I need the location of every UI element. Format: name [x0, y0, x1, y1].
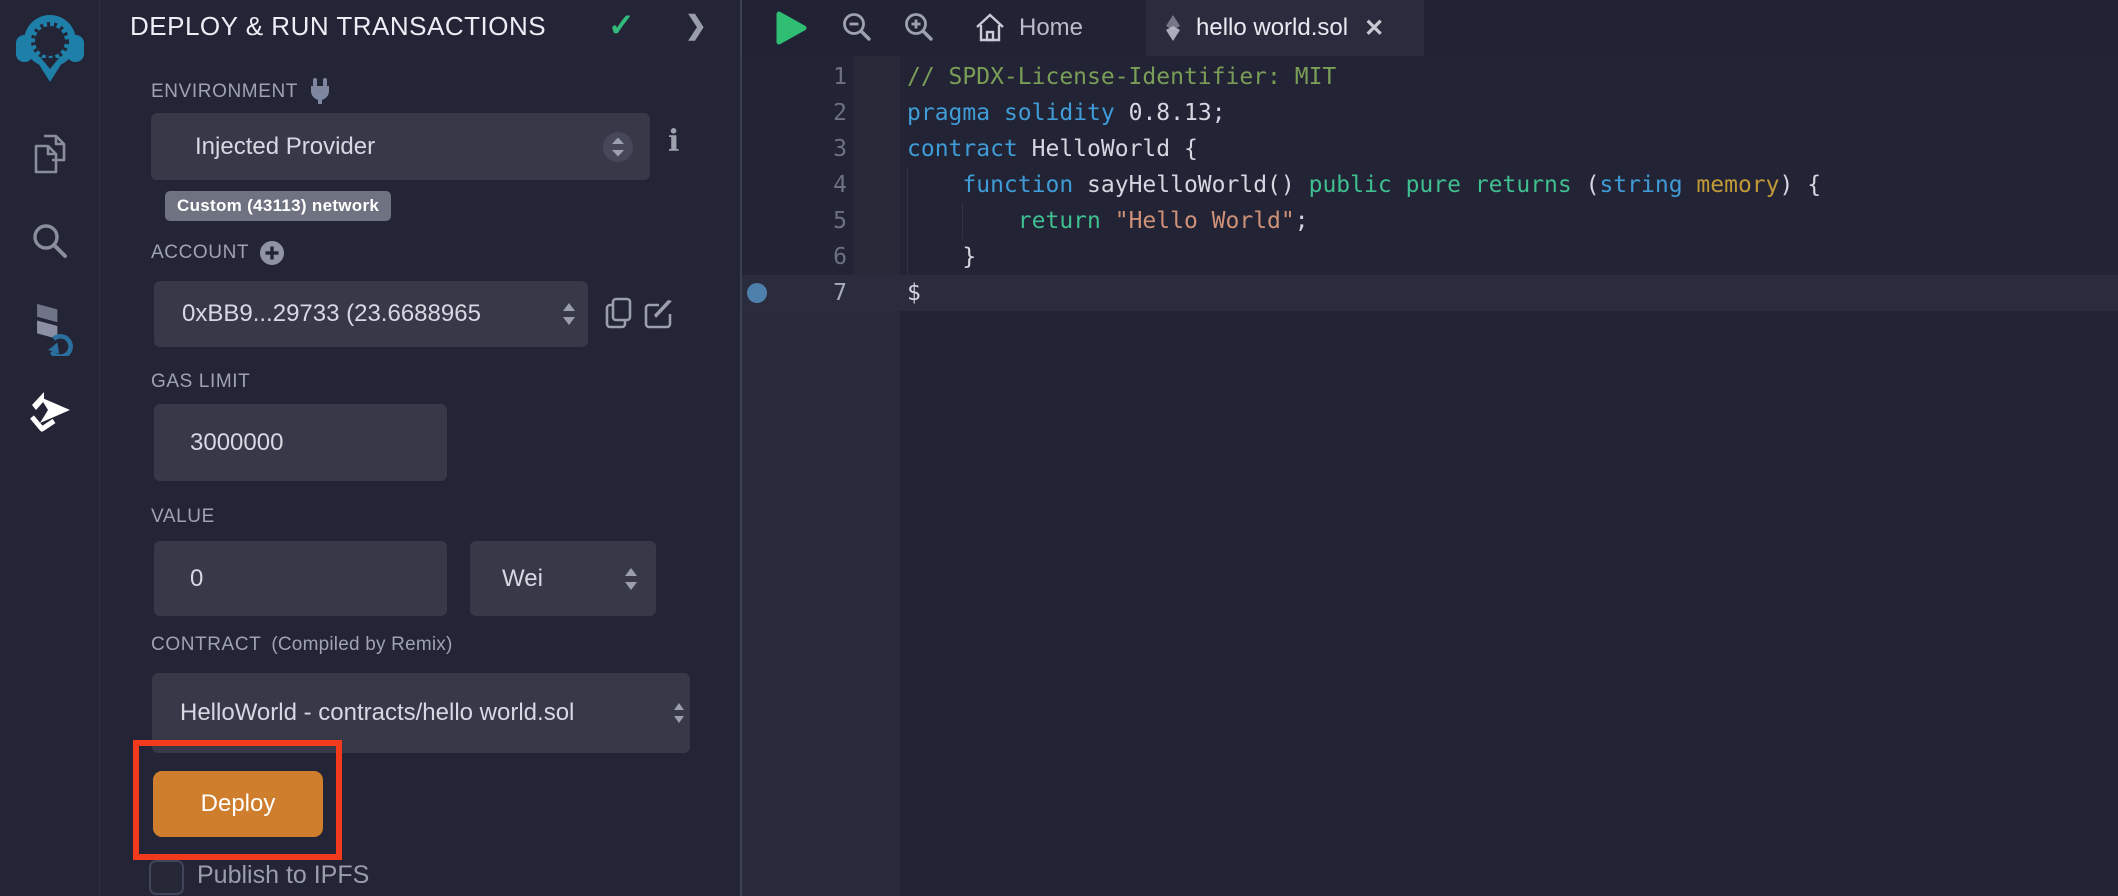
- select-stepper-icon: [602, 131, 634, 163]
- account-label-text: ACCOUNT: [151, 242, 249, 264]
- chevron-right-icon[interactable]: ❯: [685, 0, 707, 50]
- account-select[interactable]: 0xBB9...29733 (23.6688965: [154, 281, 588, 347]
- publish-ipfs-label: Publish to IPFS: [197, 861, 369, 890]
- network-badge: Custom (43113) network: [165, 191, 391, 221]
- zoom-in-icon[interactable]: [902, 11, 936, 45]
- environment-label: ENVIRONMENT: [151, 78, 332, 106]
- editor-tabbar: Home hello world.sol ✕: [742, 0, 2118, 56]
- code-line-4[interactable]: 4 function sayHelloWorld() public pure r…: [742, 167, 2118, 203]
- account-stepper-icon: [560, 299, 578, 329]
- account-value: 0xBB9...29733 (23.6688965: [182, 300, 552, 328]
- code-text: function sayHelloWorld() public pure ret…: [907, 167, 1821, 203]
- search-icon[interactable]: [26, 214, 74, 270]
- line-number: 1: [742, 59, 847, 95]
- run-script-icon[interactable]: [774, 11, 808, 45]
- remix-logo[interactable]: [14, 6, 86, 78]
- unit-stepper-icon: [622, 564, 640, 594]
- code-line-5[interactable]: 5 return "Hello World";: [742, 203, 2118, 239]
- line-number: 7: [742, 275, 847, 311]
- code-line-1[interactable]: 1 // SPDX-License-Identifier: MIT: [742, 59, 2118, 95]
- solidity-compiler-icon[interactable]: [26, 298, 74, 354]
- code-line-7[interactable]: 7$: [742, 275, 2118, 311]
- line-number: 6: [742, 239, 847, 275]
- remix-app: DEPLOY & RUN TRANSACTIONS ✓ ❯ ENVIRONMEN…: [0, 0, 2118, 896]
- gas-limit-input[interactable]: 3000000: [154, 404, 447, 481]
- environment-label-text: ENVIRONMENT: [151, 81, 298, 103]
- account-label: ACCOUNT: [151, 240, 285, 266]
- gas-limit-label-text: GAS LIMIT: [151, 371, 250, 393]
- close-tab-icon[interactable]: ✕: [1364, 14, 1384, 43]
- file-explorer-icon[interactable]: [26, 126, 74, 182]
- contract-value: HelloWorld - contracts/hello world.sol: [180, 699, 666, 727]
- panel-header: DEPLOY & RUN TRANSACTIONS ✓ ❯: [100, 0, 740, 56]
- code-lines[interactable]: 1 // SPDX-License-Identifier: MIT 2 pragma …: [742, 59, 2118, 311]
- line-number: 5: [742, 203, 847, 239]
- plus-circle-icon[interactable]: [259, 240, 285, 266]
- environment-value: Injected Provider: [195, 133, 375, 161]
- code-editor[interactable]: 1 // SPDX-License-Identifier: MIT 2 pragma …: [742, 56, 2118, 896]
- code-text: // SPDX-License-Identifier: MIT: [907, 59, 1336, 95]
- contract-label-text: CONTRACT: [151, 634, 261, 656]
- deploy-button[interactable]: Deploy: [153, 771, 323, 837]
- zoom-out-icon[interactable]: [840, 11, 874, 45]
- home-icon: [974, 12, 1006, 44]
- check-icon: ✓: [608, 0, 635, 50]
- gas-limit-value: 3000000: [190, 429, 283, 457]
- code-line-6[interactable]: 6 }: [742, 239, 2118, 275]
- gas-limit-label: GAS LIMIT: [151, 371, 250, 393]
- code-line-3[interactable]: 3 contract HelloWorld {: [742, 131, 2118, 167]
- code-text: return "Hello World";: [907, 203, 1309, 239]
- line-number: 4: [742, 167, 847, 203]
- tab-file-label: hello world.sol: [1196, 14, 1348, 42]
- copy-account-icon[interactable]: [602, 296, 636, 330]
- activity-bar: [0, 0, 100, 896]
- tab-hello-world-sol[interactable]: hello world.sol ✕: [1146, 0, 1424, 56]
- value-label-text: VALUE: [151, 506, 215, 528]
- plug-icon: [308, 78, 332, 106]
- deploy-run-icon[interactable]: [26, 384, 74, 440]
- editor-pane: Home hello world.sol ✕ 1 // SPDX-License-…: [740, 0, 2118, 896]
- line-number: 3: [742, 131, 847, 167]
- contract-sublabel: (Compiled by Remix): [271, 634, 452, 656]
- value-amount: 0: [190, 565, 203, 593]
- value-unit: Wei: [502, 565, 543, 593]
- value-unit-select[interactable]: Wei: [470, 541, 656, 616]
- panel-title: DEPLOY & RUN TRANSACTIONS: [130, 0, 546, 52]
- environment-select[interactable]: Injected Provider: [151, 113, 650, 180]
- gutter-below-content: [742, 311, 900, 896]
- publish-ipfs-checkbox[interactable]: [149, 860, 184, 895]
- deploy-run-panel: DEPLOY & RUN TRANSACTIONS ✓ ❯ ENVIRONMEN…: [100, 0, 740, 896]
- code-line-2[interactable]: 2 pragma solidity 0.8.13;: [742, 95, 2118, 131]
- contract-stepper-icon: [672, 700, 686, 726]
- line-number: 2: [742, 95, 847, 131]
- code-text: }: [907, 239, 976, 275]
- info-icon[interactable]: i: [668, 124, 679, 159]
- contract-label: CONTRACT (Compiled by Remix): [151, 634, 453, 656]
- code-text: $: [907, 275, 921, 311]
- edit-account-icon[interactable]: [642, 296, 676, 330]
- solidity-file-icon: [1162, 13, 1184, 43]
- value-label: VALUE: [151, 506, 215, 528]
- tab-home[interactable]: Home: [964, 0, 1093, 56]
- code-text: pragma solidity 0.8.13;: [907, 95, 1226, 131]
- tab-home-label: Home: [1019, 14, 1083, 42]
- value-input[interactable]: 0: [154, 541, 447, 616]
- code-text: contract HelloWorld {: [907, 131, 1198, 167]
